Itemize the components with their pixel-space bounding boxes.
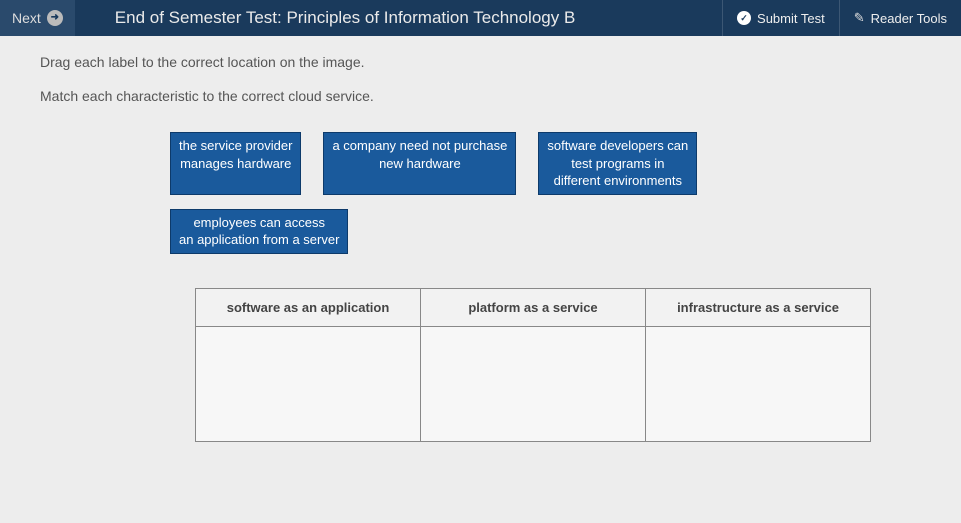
drag-label-employees-access[interactable]: employees can access an application from… (170, 209, 348, 254)
drag-label-no-purchase-hardware[interactable]: a company need not purchase new hardware (323, 132, 516, 195)
table-drop-row (196, 326, 871, 441)
arrow-right-icon: ➜ (47, 10, 63, 26)
next-button[interactable]: Next ➜ (0, 0, 75, 36)
column-header-paas: platform as a service (421, 288, 646, 326)
wrench-icon: ✎ (854, 10, 865, 26)
content-area: Drag each label to the correct location … (0, 36, 961, 523)
column-header-iaas: infrastructure as a service (646, 288, 871, 326)
drag-label-developers-test[interactable]: software developers can test programs in… (538, 132, 697, 195)
reader-tools-button[interactable]: ✎ Reader Tools (839, 0, 961, 36)
page-title: End of Semester Test: Principles of Info… (75, 8, 606, 28)
next-label: Next (12, 10, 41, 26)
drop-targets-table: software as an application platform as a… (195, 288, 871, 442)
instruction-line-1: Drag each label to the correct location … (40, 54, 921, 70)
drop-target-paas[interactable] (421, 326, 646, 441)
drop-target-iaas[interactable] (646, 326, 871, 441)
instruction-line-2: Match each characteristic to the correct… (40, 88, 921, 104)
drop-target-saas[interactable] (196, 326, 421, 441)
tools-label: Reader Tools (871, 11, 947, 26)
check-circle-icon: ✓ (737, 11, 751, 25)
submit-test-button[interactable]: ✓ Submit Test (722, 0, 839, 36)
submit-label: Submit Test (757, 11, 825, 26)
topbar: Next ➜ End of Semester Test: Principles … (0, 0, 961, 36)
drag-label-provider-hardware[interactable]: the service provider manages hardware (170, 132, 301, 195)
table-header-row: software as an application platform as a… (196, 288, 871, 326)
labels-row-2: employees can access an application from… (170, 209, 921, 254)
labels-row-1: the service provider manages hardware a … (170, 132, 921, 195)
draggable-labels-area: the service provider manages hardware a … (170, 132, 921, 254)
column-header-saas: software as an application (196, 288, 421, 326)
